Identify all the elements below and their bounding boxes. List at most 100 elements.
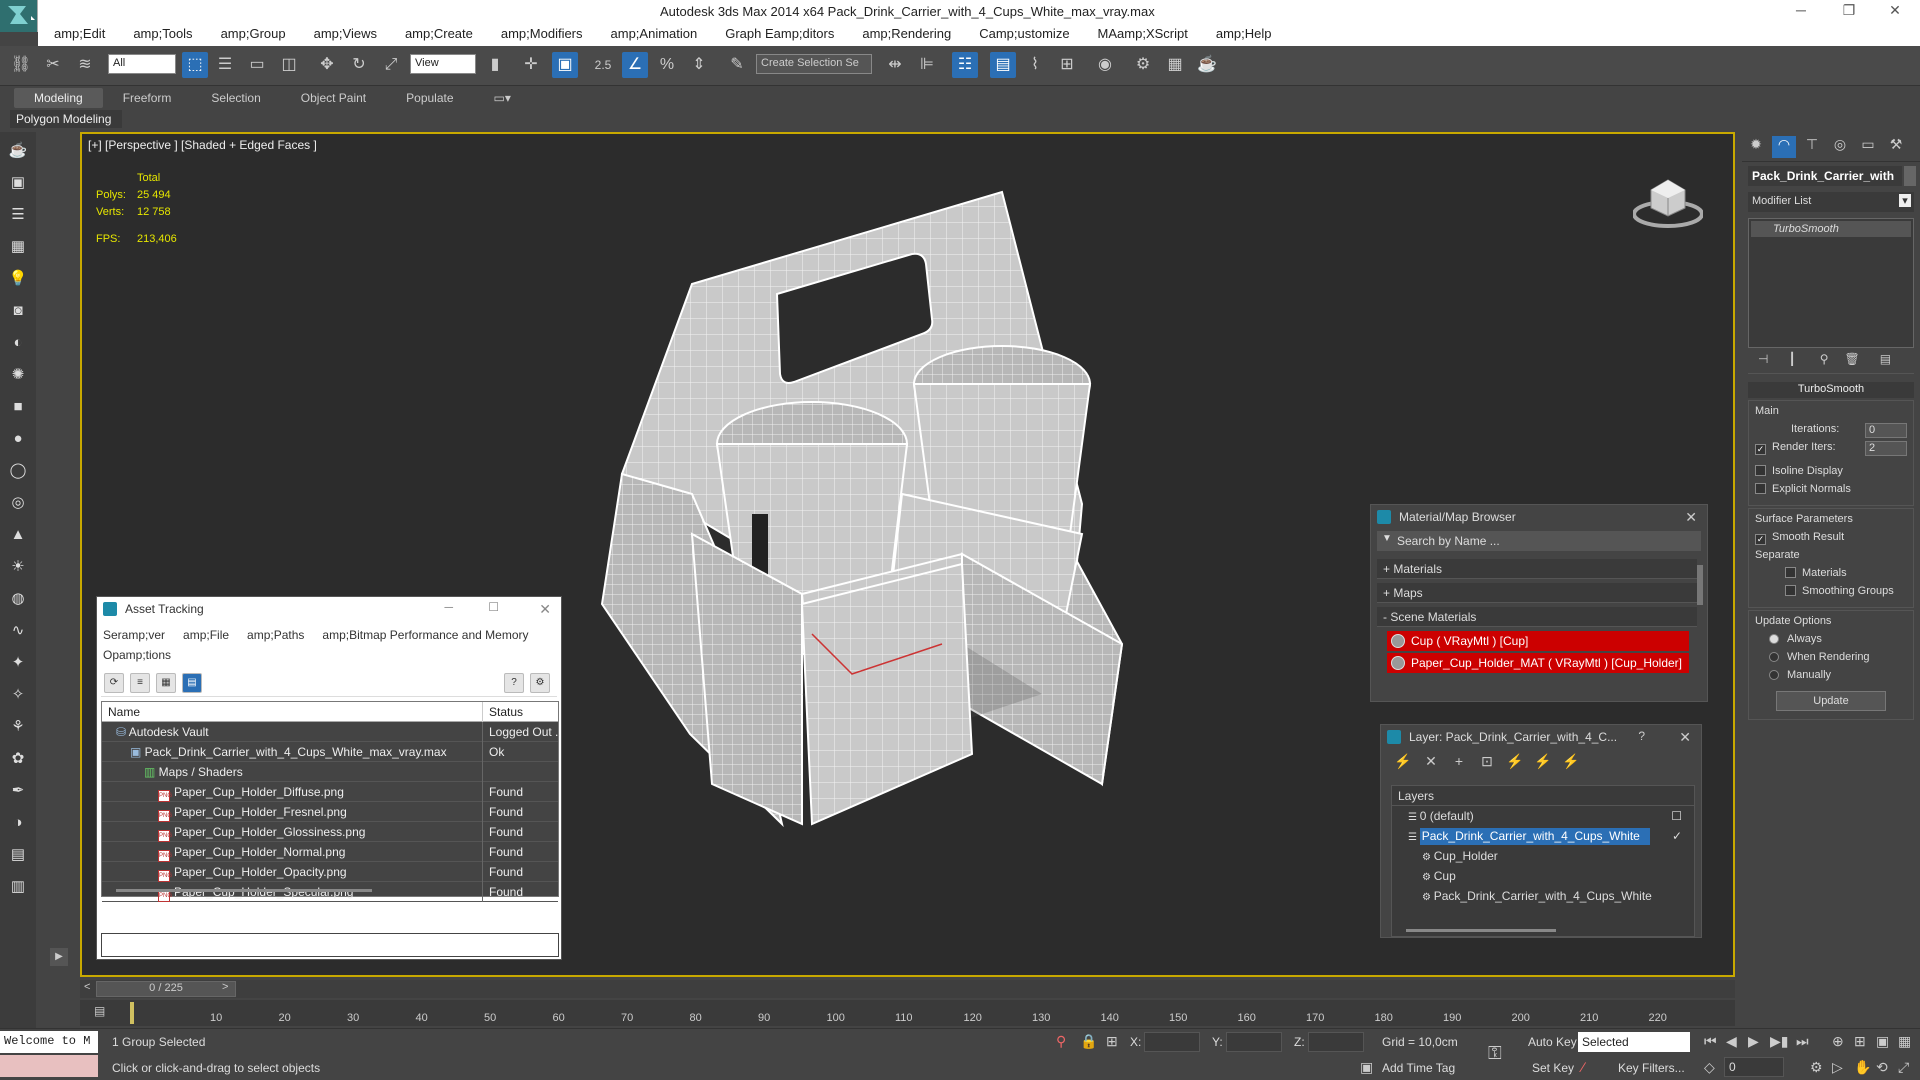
- rotate-icon[interactable]: ↻: [346, 52, 372, 78]
- menu-animation[interactable]: amp;Animation: [595, 22, 710, 41]
- curve-editor-icon[interactable]: ⌇: [1022, 52, 1048, 78]
- close-icon[interactable]: ✕: [539, 601, 551, 618]
- asset-row[interactable]: PNG Paper_Cup_Holder_Diffuse.png Found: [102, 782, 558, 802]
- auto-key-button[interactable]: Auto Key: [1528, 1035, 1577, 1049]
- time-tag-icon[interactable]: ▣: [1360, 1059, 1373, 1076]
- spline-icon[interactable]: ∿: [5, 618, 31, 644]
- set-key-mode-icon[interactable]: ⚿: [1488, 1043, 1502, 1064]
- close-icon[interactable]: ✕: [1679, 729, 1691, 746]
- zoom-icon[interactable]: ⊕: [1832, 1033, 1844, 1050]
- restore-button[interactable]: ❐: [1834, 2, 1864, 19]
- layer-row[interactable]: ⚙ Cup: [1392, 866, 1694, 886]
- asset-tracking-header[interactable]: Asset Tracking ─ ☐ ✕: [97, 597, 561, 623]
- search-dropdown-icon[interactable]: ▼: [1382, 533, 1392, 544]
- layer-manager-icon[interactable]: ☷: [952, 52, 978, 78]
- brush-icon[interactable]: ✒: [5, 778, 31, 804]
- biped-icon[interactable]: ✧: [5, 682, 31, 708]
- layer-row[interactable]: ☰ 0 (default) ☐: [1392, 806, 1694, 826]
- time-configuration-icon[interactable]: ⚙: [1810, 1059, 1823, 1076]
- lock-selection-icon[interactable]: 🔒: [1080, 1033, 1097, 1050]
- select-in-layer-icon[interactable]: ⊡: [1475, 753, 1499, 770]
- menu-rendering[interactable]: amp;Rendering: [846, 22, 963, 41]
- asset-row[interactable]: PNG Paper_Cup_Holder_Glossiness.png Found: [102, 822, 558, 842]
- create-tab-icon[interactable]: ✹: [1744, 136, 1768, 158]
- light-bulb-icon[interactable]: 💡: [5, 266, 31, 292]
- menu-maxscript[interactable]: MAamp;XScript: [1082, 22, 1200, 41]
- menu-create[interactable]: amp;Create: [389, 22, 485, 41]
- thumbnail-view-icon[interactable]: ▦: [156, 673, 176, 693]
- mirror-icon[interactable]: ⇹: [882, 52, 908, 78]
- minimize-icon[interactable]: ─: [444, 600, 453, 614]
- box-icon[interactable]: ■: [5, 394, 31, 420]
- close-icon[interactable]: ✕: [1685, 509, 1697, 526]
- layer-current-checkbox[interactable]: ☐: [1671, 809, 1682, 823]
- object-color-swatch[interactable]: [1904, 166, 1916, 186]
- remove-modifier-icon[interactable]: 🗑: [1844, 352, 1859, 366]
- expand-arrow-icon[interactable]: ▶: [50, 948, 68, 966]
- teapot-icon[interactable]: ☕: [5, 138, 31, 164]
- bone-icon[interactable]: ✦: [5, 650, 31, 676]
- zoom-all-icon[interactable]: ⊞: [1854, 1033, 1866, 1050]
- snaps-toggle-icon[interactable]: 2.5: [590, 52, 616, 78]
- material-browser-header[interactable]: Material/Map Browser ✕: [1371, 505, 1707, 531]
- next-frame-icon[interactable]: ▶▮: [1770, 1033, 1788, 1050]
- asset-row[interactable]: ▣ Pack_Drink_Carrier_with_4_Cups_White_m…: [102, 742, 558, 762]
- maxscript-listener[interactable]: Welcome to M: [0, 1031, 98, 1053]
- current-layer-check-icon[interactable]: ✓: [1672, 829, 1682, 843]
- menu-file[interactable]: amp;File: [183, 628, 229, 642]
- layer-row[interactable]: ⚙ Cup_Holder: [1392, 846, 1694, 866]
- asset-row[interactable]: PNG Paper_Cup_Holder_Specular.png Found: [102, 882, 558, 902]
- explicit-normals-checkbox[interactable]: [1755, 483, 1766, 494]
- maxscript-output[interactable]: [0, 1055, 98, 1077]
- material-item-cup-holder[interactable]: Paper_Cup_Holder_MAT ( VRayMtl ) [Cup_Ho…: [1387, 653, 1689, 673]
- reference-coord-select[interactable]: View: [410, 54, 476, 74]
- asset-path-field[interactable]: [101, 933, 559, 957]
- menu-group[interactable]: amp;Group: [205, 22, 298, 41]
- render-production-icon[interactable]: ☕: [1194, 52, 1220, 78]
- helper-icon[interactable]: ◐: [5, 330, 31, 356]
- move-icon[interactable]: ✥: [314, 52, 340, 78]
- select-manipulate-icon[interactable]: ✛: [518, 52, 544, 78]
- menu-views[interactable]: amp;Views: [298, 22, 389, 41]
- app-logo-icon[interactable]: [0, 0, 38, 32]
- render-iters-checkbox[interactable]: ✓: [1755, 444, 1766, 455]
- key-filters-button[interactable]: Key Filters...: [1618, 1061, 1685, 1075]
- absolute-mode-icon[interactable]: ⊞: [1106, 1033, 1118, 1050]
- go-to-start-icon[interactable]: ⏮: [1704, 1033, 1717, 1050]
- percent-snap-icon[interactable]: %: [654, 52, 680, 78]
- add-time-tag[interactable]: Add Time Tag: [1382, 1061, 1455, 1075]
- save-icon[interactable]: ▤: [5, 842, 31, 868]
- window-crossing-icon[interactable]: ◫: [276, 52, 302, 78]
- time-next-icon[interactable]: >: [222, 981, 228, 993]
- time-cursor[interactable]: [130, 1002, 134, 1024]
- modify-tab-icon[interactable]: ◠: [1772, 136, 1796, 158]
- stack-item-turbosmooth[interactable]: TurboSmooth: [1751, 221, 1911, 237]
- asset-row[interactable]: ▥ Maps / Shaders: [102, 762, 558, 782]
- motion-tab-icon[interactable]: ◎: [1828, 136, 1852, 158]
- render-iters-spinner[interactable]: 2: [1865, 441, 1907, 456]
- menu-graph-editors[interactable]: Graph Eamp;ditors: [709, 22, 846, 41]
- time-slider-knob[interactable]: 0 / 225: [96, 981, 236, 997]
- tab-selection[interactable]: Selection: [191, 88, 280, 108]
- help-icon[interactable]: ?: [1638, 729, 1645, 743]
- z-coordinate-field[interactable]: [1308, 1032, 1364, 1052]
- make-unique-icon[interactable]: ⚲: [1820, 352, 1829, 366]
- grid-icon[interactable]: ▦: [5, 234, 31, 260]
- turbosmooth-rollout-header[interactable]: TurboSmooth: [1748, 382, 1914, 398]
- drink-carrier-model[interactable]: [562, 174, 1362, 974]
- menu-tools[interactable]: amp;Tools: [117, 22, 204, 41]
- isolate-icon[interactable]: ⚲: [1056, 1033, 1066, 1050]
- viewport-label[interactable]: [+] [Perspective ] [Shaded + Edged Faces…: [88, 138, 317, 152]
- table-view-icon[interactable]: ▤: [182, 673, 202, 693]
- ribbon-options-icon[interactable]: ▭▾: [474, 88, 531, 108]
- cloth-icon[interactable]: ✿: [5, 746, 31, 772]
- settings-icon[interactable]: ⚙: [530, 673, 550, 693]
- orbit-icon[interactable]: ⟲: [1876, 1059, 1888, 1076]
- previous-frame-icon[interactable]: ◀: [1726, 1033, 1737, 1050]
- delete-layer-icon[interactable]: ✕: [1419, 753, 1443, 770]
- manually-radio[interactable]: [1769, 670, 1779, 680]
- layers-icon[interactable]: ☰: [5, 202, 31, 228]
- minimize-button[interactable]: ─: [1786, 2, 1816, 18]
- scene-materials-section[interactable]: - Scene Materials: [1377, 607, 1697, 627]
- layer-row[interactable]: ⚙ Pack_Drink_Carrier_with_4_Cups_White: [1392, 886, 1694, 906]
